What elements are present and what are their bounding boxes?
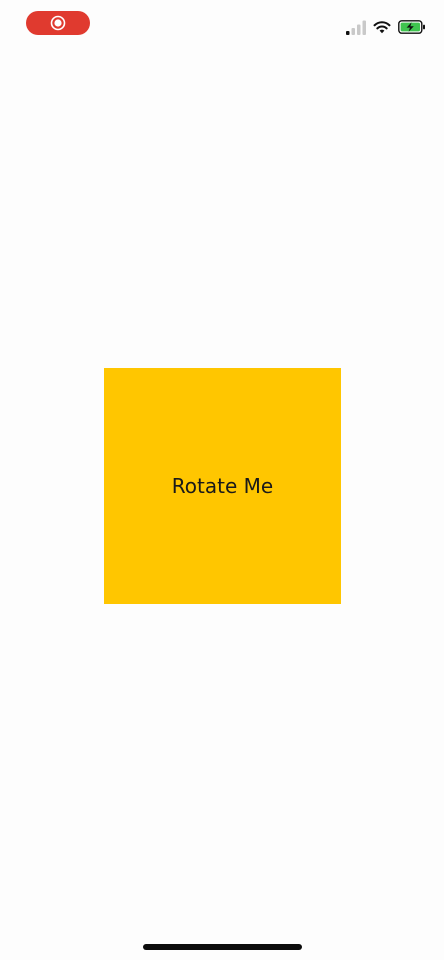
- record-icon: [50, 15, 66, 31]
- signal-icon: [346, 20, 366, 35]
- app-screen: Rotate Me: [0, 0, 444, 960]
- screen-recording-indicator[interactable]: [26, 11, 90, 35]
- status-bar: [0, 0, 444, 48]
- status-icons: [346, 17, 426, 37]
- home-indicator[interactable]: [143, 944, 302, 950]
- rotate-me-label: Rotate Me: [171, 474, 274, 498]
- wifi-icon: [373, 21, 391, 34]
- rotate-me-box[interactable]: Rotate Me: [104, 368, 341, 604]
- battery-charging-icon: [398, 20, 425, 34]
